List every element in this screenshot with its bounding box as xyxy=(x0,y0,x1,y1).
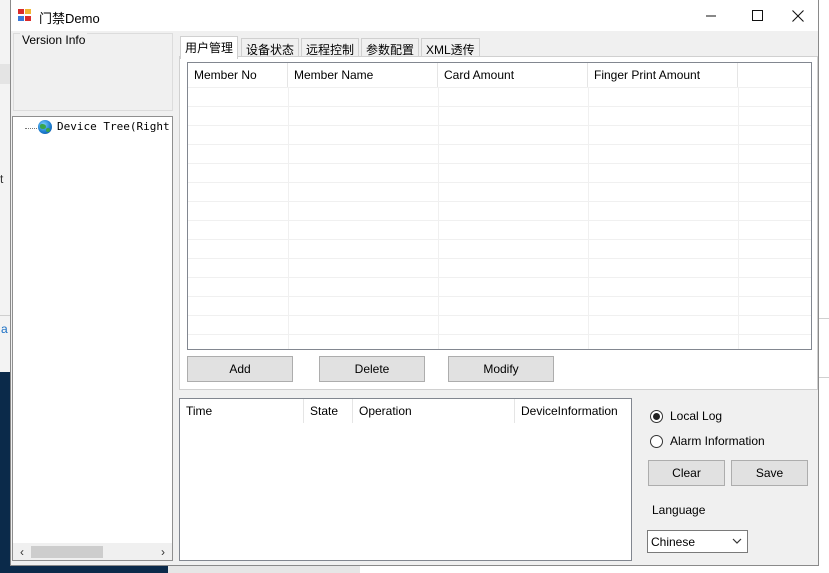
grid-column-line xyxy=(288,87,289,349)
save-button[interactable]: Save xyxy=(731,460,808,486)
grid-column-line xyxy=(738,87,739,349)
main-window: 门禁Demo Version Info Device Tree(Right Cl… xyxy=(10,0,819,566)
column-member-no[interactable]: Member No xyxy=(188,63,288,87)
close-icon xyxy=(792,9,804,22)
grid-row-line xyxy=(188,258,811,259)
background-link-fragment: a xyxy=(1,322,8,336)
maximize-icon xyxy=(751,10,763,21)
tab-user-management[interactable]: 用户管理 xyxy=(180,36,239,59)
tab-parameter-config[interactable]: 参数配置 xyxy=(361,38,420,58)
grid-row-line xyxy=(188,163,811,164)
background-divider xyxy=(0,315,10,316)
column-card-amount[interactable]: Card Amount xyxy=(438,63,588,87)
background-divider-right-2 xyxy=(818,377,829,378)
column-extra[interactable] xyxy=(738,63,811,87)
window-title: 门禁Demo xyxy=(39,11,100,26)
language-select[interactable]: Chinese xyxy=(647,530,748,553)
modify-button[interactable]: Modify xyxy=(448,356,554,382)
grid-row-line xyxy=(188,315,811,316)
grid-row-line xyxy=(188,201,811,202)
horizontal-scrollbar[interactable]: ‹ › xyxy=(13,543,172,560)
background-window-bottom xyxy=(168,566,360,573)
radio-checked-icon[interactable] xyxy=(650,409,663,423)
version-info-group: Version Info xyxy=(13,33,173,111)
column-time[interactable]: Time xyxy=(180,399,304,423)
background-divider-right xyxy=(818,318,829,319)
alarm-information-radio[interactable]: Alarm Information xyxy=(650,434,765,448)
radio-unchecked-icon[interactable] xyxy=(650,434,663,448)
background-strip xyxy=(0,64,10,84)
version-info-label: Version Info xyxy=(20,33,88,47)
column-operation[interactable]: Operation xyxy=(353,399,515,423)
column-state[interactable]: State xyxy=(304,399,353,423)
scroll-left-icon[interactable]: ‹ xyxy=(14,544,30,559)
member-list-header: Member No Member Name Card Amount Finger… xyxy=(188,63,811,87)
grid-row-line xyxy=(188,277,811,278)
maximize-button[interactable] xyxy=(734,0,780,31)
log-list[interactable]: Time State Operation DeviceInformation xyxy=(179,398,632,561)
minimize-button[interactable] xyxy=(688,0,734,31)
local-log-label: Local Log xyxy=(670,409,723,423)
local-log-radio[interactable]: Local Log xyxy=(650,409,722,423)
scrollbar-thumb[interactable] xyxy=(31,546,103,558)
device-tree-root-node[interactable]: Device Tree(Right Click xyxy=(57,120,172,133)
grid-row-line xyxy=(188,125,811,126)
tab-remote-control[interactable]: 远程控制 xyxy=(301,38,360,58)
language-label: Language xyxy=(652,503,706,517)
tab-device-status[interactable]: 设备状态 xyxy=(241,38,300,58)
clear-button[interactable]: Clear xyxy=(648,460,725,486)
app-icon xyxy=(18,9,32,22)
device-tree[interactable]: Device Tree(Right Click ‹ › xyxy=(12,116,173,561)
grid-row-line xyxy=(188,239,811,240)
grid-row-line xyxy=(188,87,811,88)
background-text-fragment: t xyxy=(0,172,4,186)
tab-xml-passthrough[interactable]: XML透传 xyxy=(421,38,480,58)
grid-row-line xyxy=(188,220,811,221)
minimize-icon xyxy=(705,15,716,17)
language-selected-value: Chinese xyxy=(651,535,696,549)
tree-connector xyxy=(25,128,37,129)
alarm-information-label: Alarm Information xyxy=(670,434,765,448)
grid-row-line xyxy=(188,296,811,297)
grid-row-line xyxy=(188,144,811,145)
grid-row-line xyxy=(188,106,811,107)
chevron-down-icon xyxy=(732,538,742,544)
column-finger-print-amount[interactable]: Finger Print Amount xyxy=(588,63,738,87)
scroll-right-icon[interactable]: › xyxy=(155,544,171,559)
grid-row-line xyxy=(188,182,811,183)
delete-button[interactable]: Delete xyxy=(319,356,425,382)
globe-icon xyxy=(38,120,52,134)
grid-row-line xyxy=(188,334,811,335)
grid-column-line xyxy=(438,87,439,349)
column-member-name[interactable]: Member Name xyxy=(288,63,438,87)
user-management-panel: Member No Member Name Card Amount Finger… xyxy=(179,56,818,390)
title-bar[interactable]: 门禁Demo xyxy=(11,0,818,31)
close-button[interactable] xyxy=(775,0,821,31)
member-list[interactable]: Member No Member Name Card Amount Finger… xyxy=(187,62,812,350)
taskbar-fragment xyxy=(0,566,168,573)
grid-column-line xyxy=(588,87,589,349)
add-button[interactable]: Add xyxy=(187,356,293,382)
desktop-background xyxy=(0,372,10,573)
column-device-information[interactable]: DeviceInformation xyxy=(515,399,631,423)
